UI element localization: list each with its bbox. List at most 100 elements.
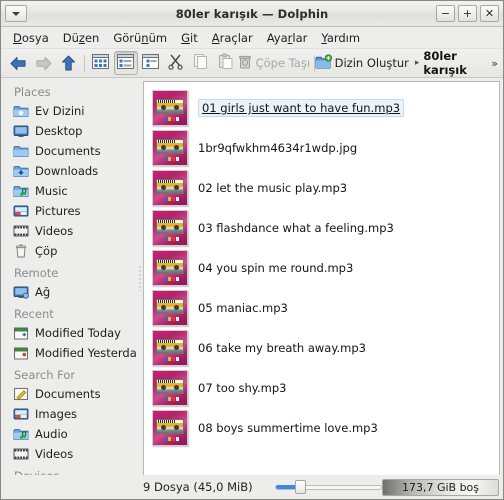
move-to-trash-button: Çöpe Taşı — [238, 51, 311, 75]
file-view[interactable]: 01 girls just want to have fun.mp3 1br9qf… — [143, 81, 500, 475]
file-name[interactable]: 03 flashdance what a feeling.mp3 — [198, 221, 394, 235]
documents-folder-icon — [13, 143, 29, 159]
menu-gorunum[interactable]: Görünüm — [106, 29, 174, 47]
sidebar-item-label: Desktop — [35, 124, 83, 138]
toolbar-separator-1 — [84, 54, 85, 72]
free-space-indicator: 173,7 GiB boş — [381, 478, 499, 496]
menu-araclar[interactable]: Araçlar — [205, 29, 260, 47]
main-toolbar: Çöpe Taşı Dizin Oluştur ▸ 80ler karışık … — [1, 49, 503, 78]
sidebar-item-label: Documents — [35, 144, 101, 158]
window-controls: − + ✕ — [436, 5, 499, 22]
zoom-slider[interactable] — [274, 479, 382, 495]
pictures-folder-icon — [13, 203, 29, 219]
arrow-left-icon — [9, 54, 28, 73]
minimize-button[interactable]: − — [436, 5, 455, 22]
videos-folder-icon — [13, 223, 29, 239]
sidebar-item-audio[interactable]: Audio — [4, 424, 137, 444]
arrow-right-icon — [34, 54, 53, 73]
file-name[interactable]: 08 boys summertime love.mp3 — [198, 421, 378, 435]
sidebar-item-pictures[interactable]: Pictures — [4, 201, 137, 221]
sidebar-item-label: Documents — [35, 387, 101, 401]
sidebar-item-p[interactable]: Çöp — [4, 241, 137, 261]
sidebar-item-videos[interactable]: Videos — [4, 221, 137, 241]
new-folder-icon — [315, 53, 332, 73]
up-button[interactable] — [56, 51, 80, 75]
cassette-thumbnail — [152, 370, 188, 406]
file-list-item[interactable]: 06 take my breath away.mp3 — [144, 328, 499, 368]
file-name[interactable]: 02 let the music play.mp3 — [198, 181, 347, 195]
view-mode-compact-button[interactable] — [113, 51, 138, 75]
splitter-grip-icon — [139, 265, 141, 291]
file-list-item[interactable]: 03 flashdance what a feeling.mp3 — [144, 208, 499, 248]
breadcrumb: ▸ 80ler karışık » — [415, 49, 498, 77]
status-summary: 9 Dosya (45,0 MiB) — [143, 480, 253, 494]
sidebar-item-modified-yesterday[interactable]: Modified Yesterday — [4, 343, 137, 363]
forward-button — [31, 51, 55, 75]
sidebar-item-documents[interactable]: Documents — [4, 384, 137, 404]
cut-button[interactable] — [164, 51, 188, 75]
sidebar-item-label: Pictures — [35, 204, 81, 218]
sidebar-item-label: Ağ — [35, 285, 51, 299]
file-list-item[interactable]: 08 boys summertime love.mp3 — [144, 408, 499, 448]
copy-button — [189, 51, 213, 75]
file-list-item[interactable]: 05 maniac.mp3 — [144, 288, 499, 328]
sidebar-item-documents[interactable]: Documents — [4, 141, 137, 161]
paste-button — [214, 51, 238, 75]
cassette-thumbnail — [152, 130, 188, 166]
sidebar-item-images[interactable]: Images — [4, 404, 137, 424]
window-menu-button[interactable] — [5, 5, 27, 22]
file-name[interactable]: 01 girls just want to have fun.mp3 — [198, 99, 405, 117]
sidebar-item-modified-today[interactable]: Modified Today — [4, 323, 137, 343]
file-list-item[interactable]: 02 let the music play.mp3 — [144, 168, 499, 208]
cassette-thumbnail — [152, 250, 188, 286]
sidebar-item-downloads[interactable]: Downloads — [4, 161, 137, 181]
sidebar-item-videos[interactable]: Videos — [4, 444, 137, 464]
file-list-item[interactable]: 01 girls just want to have fun.mp3 — [144, 88, 499, 128]
title-bar: 80ler karışık — Dolphin − + ✕ — [1, 1, 503, 27]
move-to-trash-label: Çöpe Taşı — [255, 56, 311, 70]
menu-yardim[interactable]: Yardım — [314, 29, 367, 47]
menu-duzen[interactable]: Düzen — [56, 29, 107, 47]
scissors-icon — [167, 53, 184, 73]
sidebar-group-title: Remote — [14, 266, 59, 280]
file-list-item[interactable]: 1br9qfwkhm4634r1wdp.jpg — [144, 128, 499, 168]
file-name[interactable]: 05 maniac.mp3 — [198, 301, 288, 315]
file-name[interactable]: 1br9qfwkhm4634r1wdp.jpg — [198, 141, 357, 155]
file-list-item[interactable]: 04 you spin me round.mp3 — [144, 248, 499, 288]
maximize-button[interactable]: + — [458, 5, 477, 22]
menu-ayarlar[interactable]: Ayarlar — [260, 29, 315, 47]
search-videos-icon — [13, 446, 29, 462]
search-images-icon — [13, 406, 29, 422]
window-title: 80ler karışık — Dolphin — [175, 6, 329, 21]
sidebar-item-ev-dizini[interactable]: Ev Dizini — [4, 101, 137, 121]
create-folder-button[interactable]: Dizin Oluştur — [315, 51, 409, 75]
back-button[interactable] — [6, 51, 30, 75]
sidebar-item-a[interactable]: Ağ — [4, 282, 137, 302]
sidebar-item-desktop[interactable]: Desktop — [4, 121, 137, 141]
places-sidebar: Places Ev Dizini Desktop Documents Downloads… — [4, 81, 137, 475]
view-mode-details-button[interactable] — [139, 51, 163, 75]
sidebar-item-label: Music — [35, 184, 68, 198]
sidebar-item-label: Videos — [35, 224, 74, 238]
close-button[interactable]: ✕ — [480, 5, 499, 22]
breadcrumb-overflow[interactable]: » — [491, 57, 498, 70]
menu-git[interactable]: Git — [174, 29, 205, 47]
sidebar-group-title: Search For — [14, 368, 76, 382]
sidebar-item-label: Videos — [35, 447, 74, 461]
copy-icon — [192, 53, 209, 73]
file-name[interactable]: 04 you spin me round.mp3 — [198, 261, 353, 275]
file-name[interactable]: 06 take my breath away.mp3 — [198, 341, 366, 355]
sidebar-item-label: Modified Yesterday — [35, 346, 137, 360]
sidebar-item-music[interactable]: Music — [4, 181, 137, 201]
file-list-item[interactable]: 07 too shy.mp3 — [144, 368, 499, 408]
calendar-today-icon — [13, 325, 29, 341]
breadcrumb-separator-icon: ▸ — [414, 58, 420, 68]
file-name[interactable]: 07 too shy.mp3 — [198, 381, 286, 395]
sidebar-item-label: Modified Today — [35, 326, 121, 340]
view-mode-icons-button[interactable] — [89, 51, 113, 75]
menu-dosya[interactable]: Dosya — [6, 29, 56, 47]
breadcrumb-current[interactable]: 80ler karışık — [423, 49, 487, 77]
zoom-slider-handle[interactable] — [294, 480, 306, 494]
sidebar-item-label: Downloads — [35, 164, 99, 178]
chevron-down-icon — [12, 11, 20, 16]
